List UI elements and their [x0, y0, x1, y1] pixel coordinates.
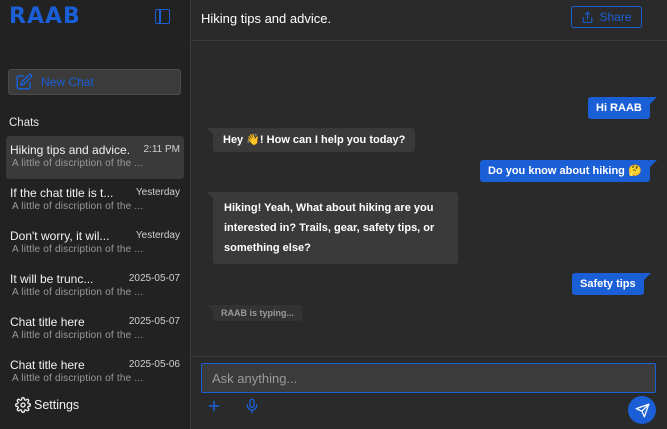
bot-message: Hiking! Yeah, What about hiking are you …	[207, 192, 458, 264]
sidebar-toggle-icon[interactable]	[155, 9, 170, 24]
microphone-icon[interactable]	[244, 398, 260, 414]
new-chat-button[interactable]: New Chat	[8, 69, 181, 95]
chat-title: If the chat title is t...	[10, 186, 114, 200]
share-icon	[583, 11, 593, 23]
chat-description: A little of discription of the ...	[12, 330, 144, 341]
typing-indicator: RAAB is typing...	[206, 305, 303, 321]
chat-time: 2025-05-07	[128, 273, 180, 284]
edit-icon	[16, 73, 33, 90]
share-button[interactable]: Share	[571, 6, 642, 28]
chat-title: Hiking tips and advice.	[10, 143, 131, 157]
chat-description: A little of discription of the ...	[12, 287, 144, 298]
settings-label: Settings	[34, 398, 80, 412]
chat-title: Don't worry, it wil...	[10, 229, 110, 243]
chat-list-item[interactable]: Chat title here 2025-05-06 A little of d…	[6, 351, 184, 384]
chat-time: 2025-05-07	[128, 316, 180, 327]
chat-title: Chat title here	[10, 315, 85, 329]
chat-list-item[interactable]: Chat title here 2025-05-07 A little of d…	[6, 308, 184, 351]
chat-header: Hiking tips and advice. Share	[191, 0, 667, 41]
share-label: Share	[599, 10, 632, 24]
chat-list: Hiking tips and advice. 2:11 PM A little…	[0, 136, 191, 384]
send-icon	[635, 403, 649, 417]
chat-description: A little of discription of the ...	[12, 244, 144, 255]
chat-title: Chat title here	[10, 358, 85, 372]
user-message: Safety tips	[572, 273, 651, 295]
chat-time: 2:11 PM	[143, 144, 181, 155]
chat-list-item[interactable]: Don't worry, it wil... Yesterday A littl…	[6, 222, 184, 265]
chat-list-item[interactable]: Hiking tips and advice. 2:11 PM A little…	[6, 136, 184, 179]
chat-time: Yesterday	[135, 230, 180, 241]
send-button[interactable]	[628, 396, 656, 424]
settings-button[interactable]: Settings	[15, 397, 79, 413]
chat-time: 2025-05-06	[128, 359, 180, 370]
chat-description: A little of discription of the ...	[12, 158, 144, 169]
app-logo: RAAB	[9, 4, 81, 29]
chat-list-item[interactable]: If the chat title is t... Yesterday A li…	[6, 179, 184, 222]
message-input[interactable]	[201, 363, 656, 393]
bot-message: Hey 👋! How can I help you today?	[206, 128, 416, 152]
sidebar: RAAB New Chat Chats Hiking tips and advi…	[0, 0, 191, 429]
chat-list-item[interactable]: It will be trunc... 2025-05-07 A little …	[6, 265, 184, 308]
chat-title: It will be trunc...	[10, 272, 94, 286]
chat-description: A little of discription of the ...	[12, 373, 144, 384]
new-chat-label: New Chat	[41, 75, 94, 89]
page-title: Hiking tips and advice.	[201, 11, 332, 26]
plus-icon[interactable]	[207, 399, 221, 413]
user-message: Do you know about hiking 🤔	[480, 160, 657, 182]
chats-heading: Chats	[9, 117, 40, 129]
user-message: Hi RAAB	[588, 97, 657, 119]
chat-time: Yesterday	[135, 187, 180, 198]
chat-description: A little of discription of the ...	[12, 201, 144, 212]
gear-icon	[15, 397, 31, 413]
composer	[191, 356, 667, 429]
